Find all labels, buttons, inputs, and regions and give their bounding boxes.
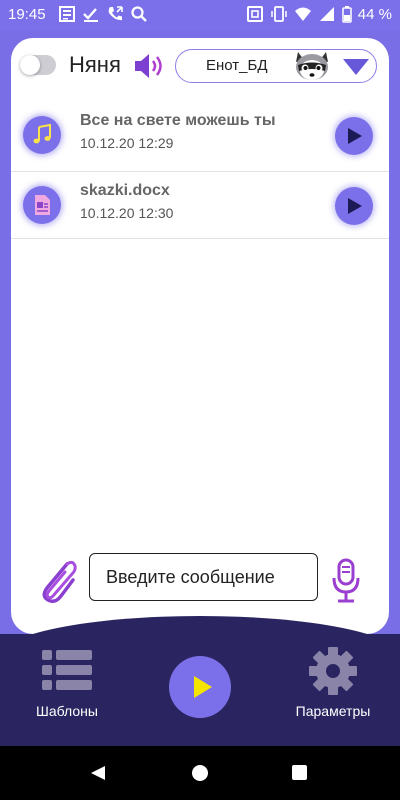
bottom-bar: Шаблоны Параметры [0, 616, 400, 746]
news-icon [59, 6, 75, 22]
battery-icon [342, 6, 352, 23]
gear-icon [309, 647, 357, 695]
home-icon[interactable] [192, 765, 208, 781]
settings-label: Параметры [295, 703, 371, 719]
status-time: 19:45 [8, 6, 46, 23]
message-title: Все на свете можешь ты [80, 112, 276, 129]
message-input[interactable] [89, 553, 318, 601]
play-icon [194, 676, 212, 698]
back-icon[interactable] [90, 765, 106, 781]
main-card: Няня Енот_БД Все на свете можешь ты 10.1… [11, 38, 389, 634]
signal-icon [319, 7, 334, 21]
play-message-button[interactable] [335, 187, 373, 225]
nanny-label: Няня [69, 52, 121, 77]
play-icon [348, 198, 362, 214]
list-item[interactable]: skazki.docx 10.12.20 12:30 [11, 172, 389, 239]
attach-paperclip-icon[interactable] [37, 558, 77, 604]
status-bar: 19:45 44 % [0, 0, 400, 30]
toggle-knob [20, 55, 40, 75]
device-name: Енот_БД [206, 57, 268, 74]
list-icon [42, 650, 92, 690]
wifi-icon [294, 7, 311, 21]
music-note-icon [23, 116, 61, 154]
play-icon [348, 128, 362, 144]
device-selector[interactable]: Енот_БД [175, 49, 377, 83]
check-list-icon [83, 8, 98, 22]
dropdown-arrow-icon[interactable] [342, 58, 370, 76]
nfc-icon [246, 6, 263, 22]
recent-apps-icon[interactable] [292, 765, 307, 780]
battery-percent: 44 % [357, 5, 392, 23]
main-play-button[interactable] [169, 656, 231, 718]
message-list: Все на свете можешь ты 10.12.20 12:29 sk… [11, 102, 389, 239]
list-item[interactable]: Все на свете можешь ты 10.12.20 12:29 [11, 102, 389, 172]
search-icon [131, 6, 147, 22]
call-icon [108, 6, 123, 21]
system-nav-bar [0, 746, 400, 800]
document-file-icon [23, 186, 61, 224]
templates-label: Шаблоны [36, 703, 98, 719]
microphone-icon[interactable] [331, 558, 361, 604]
message-date: 10.12.20 12:30 [80, 205, 174, 221]
play-message-button[interactable] [335, 117, 373, 155]
speaker-icon[interactable] [133, 52, 165, 80]
vibrate-icon [271, 6, 287, 22]
message-title: skazki.docx [80, 182, 170, 199]
raccoon-avatar-icon [296, 52, 328, 80]
nanny-toggle[interactable] [20, 55, 56, 75]
message-date: 10.12.20 12:29 [80, 135, 174, 151]
